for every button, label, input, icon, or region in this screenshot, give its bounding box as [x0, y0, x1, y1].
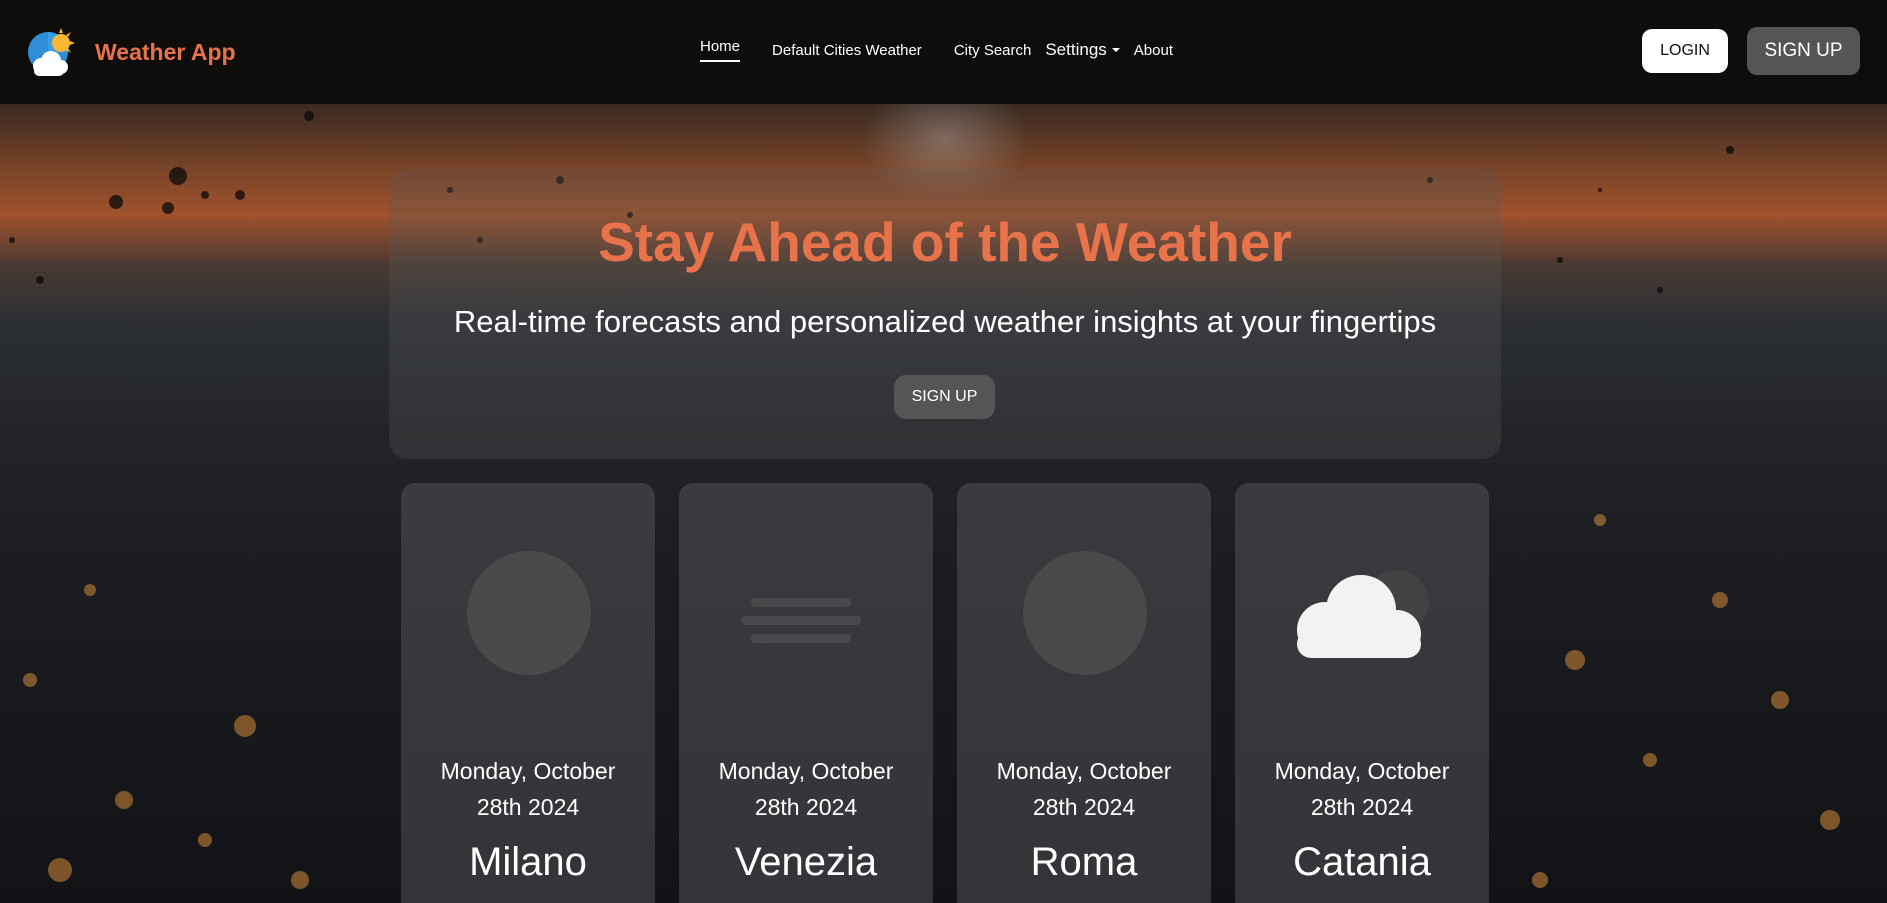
card-city-name: Roma — [1030, 840, 1138, 884]
chevron-down-icon — [1111, 48, 1120, 52]
login-button[interactable]: LOGIN — [1642, 29, 1728, 73]
nav-home-link[interactable]: Home — [700, 38, 741, 62]
navbar: Weather App Home Default Cities Weather … — [0, 0, 1887, 104]
cloud-icon — [1297, 570, 1429, 658]
brand-name: Weather App — [95, 38, 236, 65]
hero-title: Stay Ahead of the Weather — [598, 211, 1292, 273]
nav-default-cities-link[interactable]: Default Cities Weather — [772, 42, 922, 59]
card-date-line1: Monday, October — [718, 758, 894, 784]
hero-signup-button[interactable]: SIGN UP — [894, 375, 995, 419]
card-date-line2: 28th 2024 — [1032, 794, 1136, 820]
brand[interactable]: Weather App — [28, 28, 236, 76]
card-date-line2: 28th 2024 — [1310, 794, 1414, 820]
nav-settings-dropdown[interactable]: Settings — [1045, 40, 1120, 60]
hero-panel: Stay Ahead of the Weather Real-time fore… — [389, 169, 1501, 459]
nav-links: Home Default Cities Weather City Search … — [700, 38, 1173, 62]
fog-icon — [741, 598, 861, 643]
city-card-roma[interactable]: Monday, October 28th 2024 Roma — [957, 483, 1211, 903]
city-card-milano[interactable]: Monday, October 28th 2024 Milano — [401, 483, 655, 903]
card-city-name: Venezia — [734, 840, 878, 884]
city-card-venezia[interactable]: Monday, October 28th 2024 Venezia — [679, 483, 933, 903]
card-date-line1: Monday, October — [1274, 758, 1450, 784]
card-date-line1: Monday, October — [996, 758, 1172, 784]
card-city-name: Milano — [469, 840, 587, 884]
city-card-catania[interactable]: Monday, October 28th 2024 Catania — [1235, 483, 1489, 903]
nav-about-link[interactable]: About — [1134, 42, 1173, 59]
sun-cloud-logo-icon — [28, 28, 75, 76]
card-date-line2: 28th 2024 — [476, 794, 580, 820]
hero-subtitle: Real-time forecasts and personalized wea… — [453, 304, 1437, 339]
nav-city-search-link[interactable]: City Search — [954, 42, 1032, 59]
card-date: Monday, October 28th 2024 — [957, 753, 1211, 825]
card-date: Monday, October 28th 2024 — [401, 753, 655, 825]
loading-placeholder-icon — [467, 551, 591, 675]
card-date-line2: 28th 2024 — [754, 794, 858, 820]
loading-placeholder-icon — [1023, 551, 1147, 675]
card-date: Monday, October 28th 2024 — [1235, 753, 1489, 825]
card-date: Monday, October 28th 2024 — [679, 753, 933, 825]
card-date-line1: Monday, October — [440, 758, 616, 784]
card-city-name: Catania — [1293, 840, 1431, 884]
nav-settings-label: Settings — [1045, 40, 1107, 59]
signup-nav-button[interactable]: SIGN UP — [1747, 27, 1860, 75]
